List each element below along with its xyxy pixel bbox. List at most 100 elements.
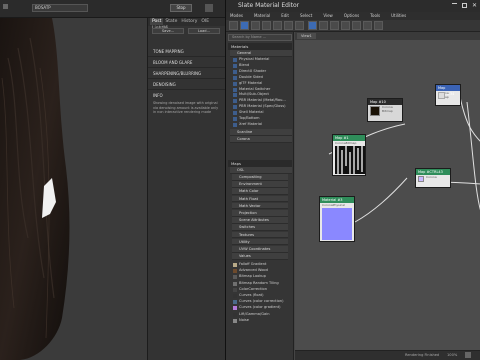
minimize-icon[interactable] (452, 3, 457, 4)
map-item[interactable]: Lift/Gamma/Gain (232, 312, 292, 318)
material-map-navigator-icon[interactable] (352, 21, 361, 30)
osl-subgroup[interactable]: Environment (232, 181, 288, 188)
map-item[interactable]: Bitmap Lookup (232, 274, 292, 280)
move-children-icon[interactable] (284, 21, 293, 30)
item-label: Environment (239, 182, 262, 187)
osl-subgroup[interactable]: Switches (232, 224, 288, 231)
item-label: Multi/Sub-Object (239, 92, 269, 97)
map-item[interactable]: Noise (232, 318, 292, 324)
menu-options[interactable]: Options (344, 13, 359, 18)
node-map-ctrl34[interactable]: Map #CTRL34 Corona Bitmap (435, 84, 461, 106)
item-label: PBR Material (Spec/Gloss) (239, 104, 286, 109)
layout-icon[interactable] (330, 21, 339, 30)
osl-subgroup[interactable]: Utility (232, 238, 288, 246)
general-item[interactable]: PBR Material (Metal/Rou... (232, 98, 292, 104)
hide-unused-icon[interactable] (295, 21, 304, 30)
menu-material[interactable]: Material (254, 13, 270, 18)
scanline-group[interactable]: Scanline (230, 129, 292, 136)
maps-header[interactable]: Maps (228, 160, 292, 167)
osl-subgroup[interactable]: Textures (232, 231, 288, 239)
maximize-icon[interactable] (462, 3, 467, 8)
sme-title: Slate Material Editor (238, 2, 300, 9)
node-map-10[interactable]: Map #10 Corona Bitmap (367, 98, 403, 122)
osl-subgroup[interactable]: Math Color (232, 188, 288, 195)
item-label: Scene Attributes (239, 218, 269, 223)
general-item[interactable]: glTF Material (232, 81, 292, 87)
menu-view[interactable]: View (323, 13, 333, 18)
parameter-editor-icon[interactable] (363, 21, 372, 30)
osl-subgroup[interactable]: Values (232, 253, 288, 260)
browser-search-input[interactable]: Search by Name ... (228, 34, 292, 41)
show-background-icon[interactable] (319, 21, 328, 30)
general-item[interactable]: Blend (232, 63, 292, 69)
osl-subgroup[interactable]: Projection (232, 210, 288, 217)
delete-icon[interactable] (273, 21, 282, 30)
tab-oie[interactable]: OIE (199, 18, 211, 25)
materials-header[interactable]: Materials (228, 43, 292, 50)
layout-children-icon[interactable] (341, 21, 350, 30)
menu-tools[interactable]: Tools (370, 13, 380, 18)
osl-subgroup[interactable]: Math Vector (232, 202, 288, 210)
map-item[interactable]: Advanced Wood (232, 268, 292, 274)
corona-group[interactable]: Corona (230, 136, 292, 143)
tab-state[interactable]: State (163, 18, 179, 25)
map-item[interactable]: Curves (float) (232, 293, 292, 299)
osl-subgroup[interactable]: Compositing (232, 174, 288, 181)
stop-button[interactable]: Stop (170, 4, 192, 12)
node-map-ctrl43[interactable]: Map #CTRL43 Corona (415, 168, 451, 188)
map-item[interactable]: Falloff Gradient (232, 262, 292, 268)
map-item[interactable]: Curves (color gradient) (232, 305, 292, 311)
menu-icon[interactable] (3, 4, 8, 9)
tab-history[interactable]: History (179, 18, 199, 25)
assign-material-icon[interactable] (262, 21, 271, 30)
osl-group[interactable]: OSL (230, 167, 292, 174)
general-item[interactable]: PBR Material (Spec/Gloss) (232, 104, 292, 110)
select-tool-icon[interactable] (229, 21, 238, 30)
search-field[interactable]: BOSATP (32, 4, 88, 12)
map-item[interactable]: Curves (color correction) (232, 299, 292, 305)
section-tone-mapping[interactable]: TONE MAPPING (148, 46, 225, 57)
item-label: Falloff Gradient (239, 262, 267, 266)
osl-subgroup[interactable]: Math Float (232, 195, 288, 203)
general-group[interactable]: General (230, 50, 292, 57)
select-by-material-icon[interactable] (374, 21, 383, 30)
section-denoising[interactable]: DENOISING (148, 79, 225, 90)
item-label: Bitmap Random Tiling (239, 280, 279, 285)
general-item[interactable]: Shell Material (232, 110, 292, 116)
node-view[interactable]: View1 Map #CTRL34 Corona Bitmap Map #10 … (295, 32, 480, 360)
general-item[interactable]: Physical Material (232, 57, 292, 63)
close-icon[interactable]: ✕ (472, 0, 477, 12)
menu-select[interactable]: Select (300, 13, 312, 18)
general-item[interactable]: Double Sided (232, 75, 292, 81)
node-material-3[interactable]: Material #3 CoronaPhysical (319, 196, 355, 242)
menu-edit[interactable]: Edit (281, 13, 289, 18)
item-label: Blend (239, 62, 250, 67)
material-icon (233, 99, 237, 104)
osl-subgroup[interactable]: Scene Attributes (232, 217, 288, 224)
general-item[interactable]: Top/Bottom (232, 116, 292, 122)
menu-modes[interactable]: Modes (230, 13, 243, 18)
item-label: PBR Material (Metal/Rou... (239, 98, 286, 103)
item-label: DirectX Shader (239, 68, 267, 73)
render-icon[interactable] (205, 4, 213, 12)
put-to-scene-icon[interactable] (251, 21, 260, 30)
item-label: Top/Bottom (239, 116, 260, 120)
map-item[interactable]: Bitmap Random Tiling (232, 281, 292, 287)
zoom-icon[interactable] (465, 352, 471, 358)
general-item[interactable]: DirectX Shader (232, 69, 292, 75)
general-item[interactable]: Multi/Sub-Object (232, 92, 292, 98)
load-button[interactable]: Load... (188, 28, 220, 34)
section-sharpening[interactable]: SHARPENING/BLURRING (148, 68, 225, 79)
tab-post[interactable]: Post (150, 18, 164, 25)
section-bloom-glare[interactable]: BLOOM AND GLARE (148, 57, 225, 68)
material-icon (233, 69, 237, 74)
general-item[interactable]: Xref Material (232, 122, 292, 128)
osl-subgroup[interactable]: UVW Coordinates (232, 246, 288, 253)
save-button[interactable]: Save... (152, 28, 184, 34)
node-map-1[interactable]: Map #1 CoronaBitmap (332, 134, 366, 176)
map-item[interactable]: ColorCorrection (232, 287, 292, 293)
general-item[interactable]: Material Switcher (232, 87, 292, 93)
pick-material-icon[interactable] (240, 21, 249, 30)
show-map-icon[interactable] (308, 21, 317, 30)
menu-utilities[interactable]: Utilities (391, 13, 406, 18)
